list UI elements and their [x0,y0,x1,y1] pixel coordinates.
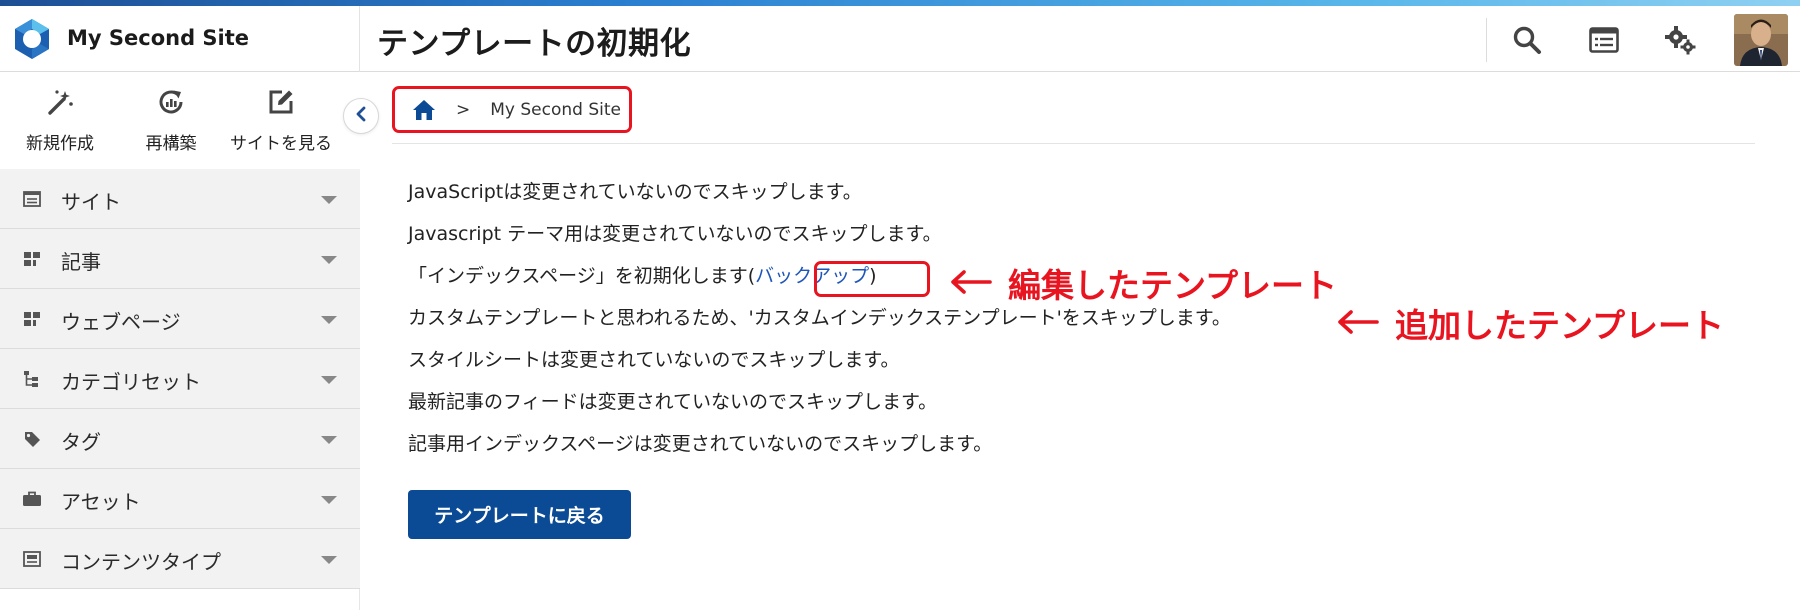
annotation-edited-label: 編集したテンプレート [1008,266,1338,305]
sidebar-item-label: 記事 [61,250,101,274]
chevron-down-icon [321,556,337,564]
sidebar-item-web-pages[interactable]: ウェブページ [0,289,360,349]
app-header: My Second Site テンプレートの初期化 [0,6,1800,72]
category-icon [22,369,42,389]
content-type-icon [22,549,42,569]
backup-link[interactable]: バックアップ [755,265,869,287]
annotation-edited-template: 編集したテンプレート [950,259,1337,307]
view-site-button[interactable]: サイトを見る [225,87,337,154]
new-create-label: 新規作成 [26,134,94,154]
quick-actions: 新規作成 再構築 サイトを見る [0,73,360,169]
entry-icon [22,249,42,269]
wand-icon [45,87,75,121]
sidebar-item-category-sets[interactable]: カテゴリセット [0,349,360,409]
view-site-label: サイトを見る [230,134,332,154]
sidebar-item-label: タグ [61,430,101,454]
header-divider [1486,18,1487,62]
page-icon [22,309,42,329]
annotation-added-template: 追加したテンプレート [1337,299,1724,347]
status-message-suffix: ) [869,265,877,287]
rebuild-button[interactable]: 再構築 [131,87,211,154]
back-to-templates-button[interactable]: テンプレートに戻る [408,490,631,539]
sidebar: 新規作成 再構築 サイトを見る サイト 記事 ウェブページ カテゴリセット タグ… [0,73,360,610]
collapse-sidebar-button[interactable] [343,98,379,134]
list-window-icon[interactable] [1584,20,1624,60]
sidebar-item-label: サイト [61,190,121,214]
new-create-button[interactable]: 新規作成 [20,87,100,154]
chevron-down-icon [321,256,337,264]
user-avatar[interactable] [1734,14,1788,66]
sidebar-item-label: コンテンツタイプ [61,550,221,574]
status-message: JavaScriptは変更されていないのでスキップします。 [408,181,862,203]
status-message: Javascript テーマ用は変更されていないのでスキップします。 [408,223,942,245]
chevron-down-icon [321,376,337,384]
sidebar-item-label: アセット [61,490,141,514]
sidebar-item-label: ウェブページ [61,310,181,334]
chevron-down-icon [321,316,337,324]
annotation-added-label: 追加したテンプレート [1395,306,1725,345]
status-message-reset-index: 「インデックスページ」を初期化します(バックアップ) [408,264,877,288]
arrow-left-icon [1337,304,1379,343]
breadcrumb: > My Second Site [392,86,632,133]
sidebar-item-tags[interactable]: タグ [0,409,360,469]
breadcrumb-site-link[interactable]: My Second Site [490,100,621,120]
chevron-down-icon [321,436,337,444]
movable-type-logo[interactable] [10,17,54,61]
sidebar-item-label: カテゴリセット [61,370,201,394]
site-name[interactable]: My Second Site [67,26,249,50]
tag-icon [22,429,42,449]
sidebar-item-content-types[interactable]: コンテンツタイプ [0,529,360,589]
asset-icon [22,489,42,509]
page-title: テンプレートの初期化 [377,26,692,62]
search-icon[interactable] [1507,20,1547,60]
sidebar-nav: サイト 記事 ウェブページ カテゴリセット タグ アセット コンテンツタイプ [0,169,360,589]
rebuild-label: 再構築 [145,134,197,154]
home-icon[interactable] [412,99,436,121]
site-icon [22,189,42,209]
edit-external-icon [266,87,296,121]
chevron-down-icon [321,196,337,204]
chevron-down-icon [321,496,337,504]
status-message-prefix: 「インデックスページ」を初期化します( [408,265,756,287]
sidebar-item-assets[interactable]: アセット [0,469,360,529]
status-message: カスタムテンプレートと思われるため、'カスタムインデックステンプレート'をスキッ… [408,307,1231,329]
status-message: スタイルシートは変更されていないのでスキップします。 [408,349,900,371]
sidebar-item-site[interactable]: サイト [0,169,360,229]
arrow-left-icon [950,264,992,303]
gear-icon[interactable] [1661,20,1701,60]
breadcrumb-separator: > [456,99,471,120]
brand: My Second Site [0,6,360,72]
divider [392,143,1755,144]
chevron-left-icon [355,106,367,126]
rebuild-icon [156,87,186,121]
status-message: 最新記事のフィードは変更されていないのでスキップします。 [408,391,938,413]
sidebar-item-entries[interactable]: 記事 [0,229,360,289]
status-message: 記事用インデックスページは変更されていないのでスキップします。 [408,433,993,455]
